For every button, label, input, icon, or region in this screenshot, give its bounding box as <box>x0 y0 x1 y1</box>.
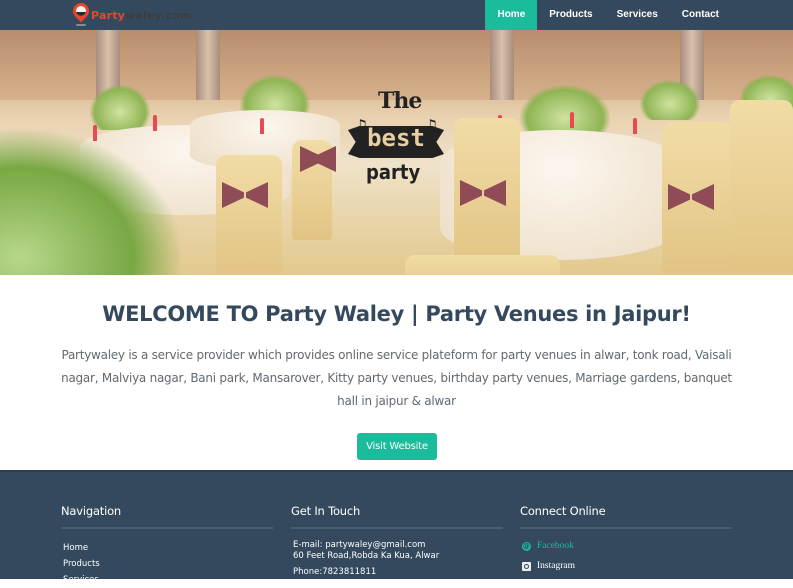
nav-item-products[interactable]: Products <box>537 0 604 30</box>
location-pin-icon <box>69 0 93 27</box>
welcome-description: Partywaley is a service provider which p… <box>61 348 732 408</box>
brand-logo[interactable]: Partywaley.com <box>69 0 192 27</box>
nav-item-contact[interactable]: Contact <box>670 0 731 30</box>
banner-bow <box>300 142 336 176</box>
footer-nav-item: Services <box>61 572 273 588</box>
banner-plant <box>640 80 700 120</box>
footer-link-services[interactable]: Services <box>63 575 99 585</box>
social-links: @ Facebook Instagram <box>520 536 732 576</box>
banner-plant <box>90 85 150 130</box>
footer-contact-heading: Get In Touch <box>291 504 361 518</box>
footer-nav-list: Home Products Services <box>61 540 273 588</box>
instagram-link[interactable]: Instagram <box>520 556 732 576</box>
banner-chair <box>405 255 560 275</box>
facebook-link[interactable]: @ Facebook <box>520 536 732 556</box>
footer-connect-heading: Connect Online <box>520 504 606 518</box>
site-footer: Navigation Home Products Services Get In… <box>0 470 793 585</box>
divider <box>291 527 503 529</box>
contact-email: E-mail: partywaley@gmail.com <box>293 540 426 550</box>
footer-contact-column: Get In Touch E-mail: partywaley@gmail.co… <box>291 472 503 578</box>
visit-website-button[interactable]: Visit Website <box>357 433 437 460</box>
banner-pillar <box>196 30 220 100</box>
banner-bow <box>222 178 268 212</box>
banner-chair <box>730 100 793 275</box>
banner-napkin <box>153 115 157 131</box>
badge-text-party: party <box>366 160 421 184</box>
footer-nav-item: Products <box>61 556 273 572</box>
brand-name: Partywaley.com <box>91 9 192 22</box>
main-nav: Home Products Services Contact <box>485 0 731 30</box>
footer-link-products[interactable]: Products <box>63 559 100 569</box>
footer-nav-item: Home <box>61 540 273 556</box>
hero-banner-image: ♫ ♫ The best party <box>0 30 793 275</box>
welcome-heading: WELCOME TO Party Waley | Party Venues in… <box>102 302 691 326</box>
nav-item-home[interactable]: Home <box>485 0 538 30</box>
banner-napkin <box>570 112 574 128</box>
banner-chair <box>216 155 282 275</box>
contact-phone: Phone:7823811811 <box>293 567 377 577</box>
banner-pillar <box>490 30 514 100</box>
nav-item-services[interactable]: Services <box>605 0 670 30</box>
badge-text-best: best <box>367 124 425 152</box>
contact-details: E-mail: partywaley@gmail.com 60 Feet Roa… <box>291 540 503 578</box>
footer-navigation-column: Navigation Home Products Services <box>61 472 273 588</box>
footer-navigation-heading: Navigation <box>61 504 122 518</box>
divider <box>520 527 732 529</box>
footer-link-home[interactable]: Home <box>63 543 88 553</box>
badge-text-the: The <box>378 88 422 114</box>
footer-connect-column: Connect Online @ Facebook Instagram <box>520 472 732 576</box>
top-navbar: Partywaley.com Home Products Services Co… <box>0 0 793 30</box>
facebook-label: Facebook <box>537 541 574 551</box>
banner-napkin <box>633 118 637 134</box>
the-best-party-badge: ♫ ♫ The best party <box>344 88 448 198</box>
facebook-icon: @ <box>522 541 531 551</box>
banner-bow <box>668 180 714 214</box>
banner-foreground-plant <box>0 130 180 275</box>
instagram-label: Instagram <box>537 561 575 571</box>
instagram-icon <box>522 561 531 571</box>
contact-address: 60 Feet Road,Robda Ka Kua, Alwar <box>293 551 440 561</box>
banner-napkin <box>260 118 264 134</box>
divider <box>61 527 273 529</box>
brand-name-part2: waley.com <box>125 8 192 22</box>
brand-name-part1: Party <box>91 8 126 22</box>
banner-bow <box>460 176 506 210</box>
